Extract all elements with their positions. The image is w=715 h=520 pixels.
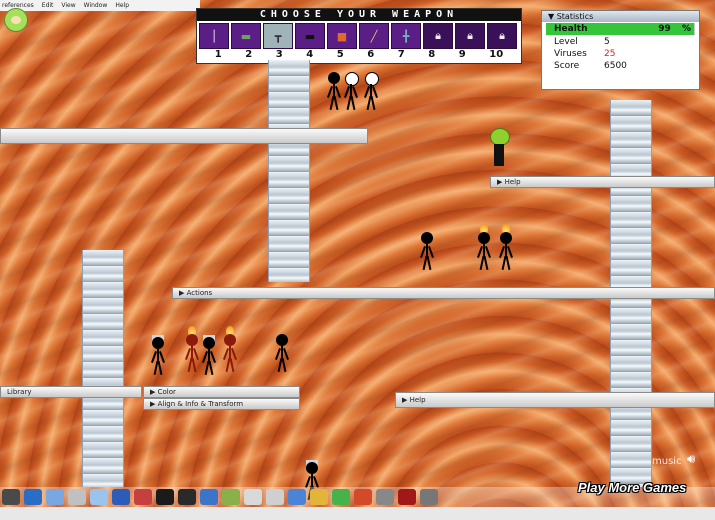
weapon-slot-1[interactable]: │ — [199, 23, 229, 49]
weapon-number: 5 — [336, 49, 344, 60]
help-panel-bottom: ▶ Help — [395, 392, 715, 408]
weapon-number: 6 — [367, 49, 375, 60]
weapon-number: 3 — [275, 49, 283, 60]
dock-icon — [420, 489, 438, 505]
statistics-panel: ▼ Statistics Health 99 % Level 5 Viruses 2… — [541, 10, 700, 90]
color-panel: ▶ Color — [143, 386, 300, 398]
weapon-number: 7 — [397, 49, 405, 60]
health-unit: % — [681, 24, 691, 34]
level-value: 5 — [604, 37, 610, 47]
dock-icon — [310, 489, 328, 505]
dock-icon — [156, 489, 174, 505]
menu-item-edit[interactable]: Edit — [42, 0, 54, 11]
align-panel: ▶ Align & Info & Transform — [143, 398, 300, 410]
weapon-number: 10 — [489, 49, 504, 60]
app-menubar: references Edit View Window Help — [0, 0, 200, 11]
menu-item-view[interactable]: View — [61, 0, 75, 11]
library-label: Library — [7, 388, 32, 396]
music-label: music — [652, 456, 682, 467]
dock-icon — [354, 489, 372, 505]
weapon-slot-7[interactable]: ╋ — [391, 23, 421, 49]
player-monkey — [488, 128, 510, 168]
weapon-number: 8 — [428, 49, 436, 60]
level-row: Level 5 — [542, 36, 699, 48]
dock-icon — [178, 489, 196, 505]
column-pillar — [82, 250, 124, 487]
weapon-chooser: CHOOSE YOUR WEAPON │ ▬ ┳ ▬ ■ ╱ ╋ 🔒︎ 🔒︎ 🔒… — [196, 8, 522, 64]
spiked-club-icon: ▬ — [240, 29, 252, 43]
help-panel-top: ▶ Help — [490, 176, 715, 188]
health-bar: Health 99 % — [546, 23, 695, 35]
weapon-slot-6[interactable]: ╱ — [359, 23, 389, 49]
play-more-games-link[interactable]: Play More Games — [578, 480, 686, 495]
dock-icon — [112, 489, 130, 505]
help-label: Help — [409, 396, 426, 404]
platform-top-left — [0, 128, 368, 144]
dock-icon — [332, 489, 350, 505]
help-label: Help — [504, 178, 521, 186]
dock-icon — [266, 489, 284, 505]
shotgun-icon: ▬ — [304, 29, 316, 43]
weapon-chooser-title: CHOOSE YOUR WEAPON — [197, 9, 521, 21]
dock-icon — [46, 489, 64, 505]
score-row: Score 6500 — [542, 60, 699, 72]
knife-icon: │ — [210, 29, 218, 43]
dock-icon — [68, 489, 86, 505]
dock-icon — [90, 489, 108, 505]
score-label: Score — [554, 61, 580, 71]
actions-label: Actions — [186, 289, 213, 297]
dock-icon — [24, 489, 42, 505]
dock-icon — [398, 489, 416, 505]
dock-icon — [134, 489, 152, 505]
weapon-number: 9 — [458, 49, 466, 60]
dock-icon — [200, 489, 218, 505]
health-number: 99 — [658, 24, 671, 34]
weapon-slot-10[interactable]: 🔒︎ — [487, 23, 517, 49]
weapon-number: 2 — [245, 49, 253, 60]
weapon-slot-4[interactable]: ▬ — [295, 23, 325, 49]
weapon-slot-3[interactable]: ┳ — [263, 23, 293, 49]
dock-icon — [244, 489, 262, 505]
speaker-icon[interactable]: 🔊︎ — [687, 452, 701, 467]
weapon-slot-9[interactable]: 🔒︎ — [455, 23, 485, 49]
actions-panel: ▶ Actions — [172, 287, 715, 299]
weapon-number: 1 — [214, 49, 222, 60]
score-value: 6500 — [604, 61, 627, 71]
viruses-value: 25 — [604, 49, 616, 59]
menu-item-help[interactable]: Help — [115, 0, 129, 11]
brick-icon: ■ — [336, 29, 348, 43]
health-label: Health — [554, 24, 588, 34]
baseball-bat-icon: ╱ — [370, 29, 378, 43]
menu-item-window[interactable]: Window — [84, 0, 108, 11]
statistics-title: Statistics — [556, 12, 594, 21]
column-pillar — [268, 60, 310, 282]
monkey-logo — [4, 8, 28, 32]
weapon-numbers: 1 2 3 4 5 6 7 8 9 10 — [197, 49, 521, 60]
color-label: Color — [157, 388, 176, 396]
health-value: 99 % — [642, 23, 691, 35]
library-panel: Library — [0, 386, 142, 398]
lock-icon: 🔒︎ — [467, 29, 473, 42]
weapon-slot-5[interactable]: ■ — [327, 23, 357, 49]
viruses-row: Viruses 25 — [542, 48, 699, 60]
weapon-number: 4 — [306, 49, 314, 60]
weapon-slot-2[interactable]: ▬ — [231, 23, 261, 49]
align-label: Align & Info & Transform — [157, 400, 244, 408]
dock-icon — [2, 489, 20, 505]
bottom-bar — [0, 507, 715, 520]
hammer-icon: ┳ — [274, 29, 282, 43]
level-label: Level — [554, 37, 578, 47]
dock-icon — [288, 489, 306, 505]
lock-icon: 🔒︎ — [435, 29, 441, 42]
dock-icon — [222, 489, 240, 505]
axe-icon: ╋ — [402, 29, 410, 43]
lock-icon: 🔒︎ — [499, 29, 505, 42]
dock-icon — [376, 489, 394, 505]
weapon-slot-8[interactable]: 🔒︎ — [423, 23, 453, 49]
viruses-label: Viruses — [554, 49, 587, 59]
statistics-header[interactable]: ▼ Statistics — [542, 11, 699, 22]
